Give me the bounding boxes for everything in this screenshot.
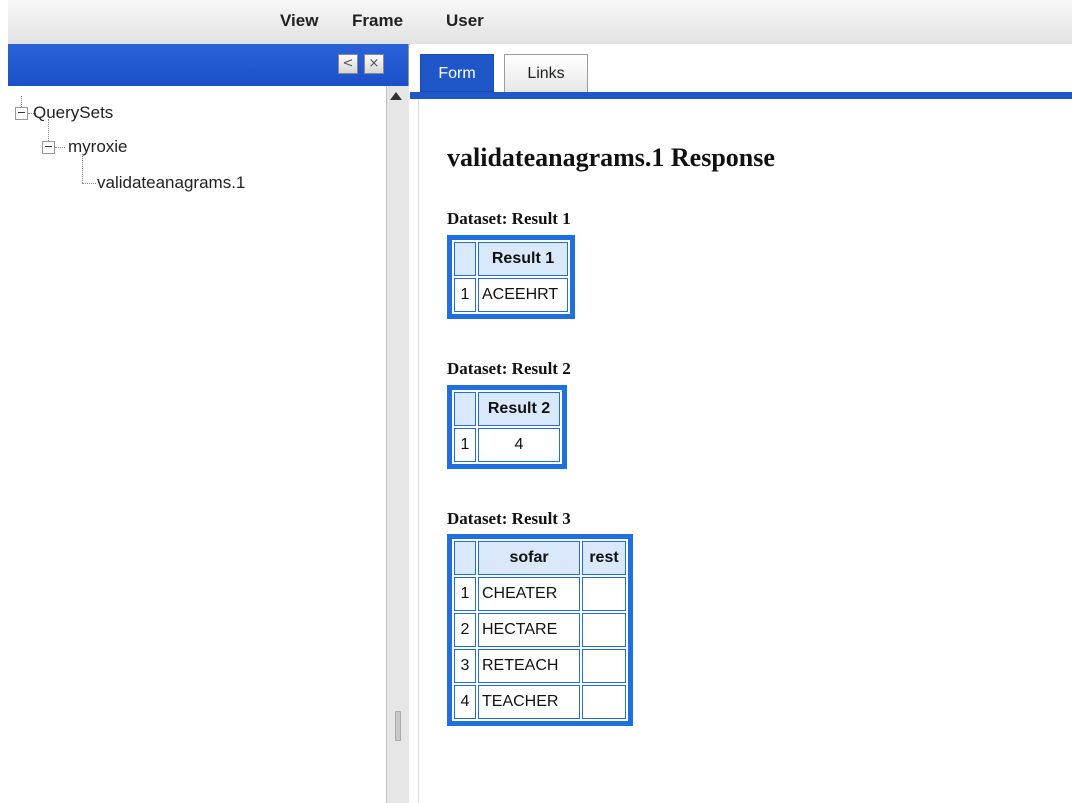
scroll-up-arrow-icon[interactable] [390, 92, 402, 100]
row-index: 4 [454, 685, 476, 719]
row-index: 3 [454, 649, 476, 683]
tab-form[interactable]: Form [420, 54, 494, 92]
table-cell [582, 649, 626, 683]
table-cell [582, 577, 626, 611]
tree-connector [48, 119, 49, 141]
table-header-row: sofar rest [454, 541, 626, 575]
menu-frame[interactable]: Frame [352, 11, 403, 31]
tree-scrollbar[interactable] [386, 86, 409, 803]
tree-toggle-queryset[interactable]: − [15, 107, 28, 120]
table-row: 2 HECTARE [454, 613, 626, 647]
response-title: validateanagrams.1 Response [447, 143, 775, 172]
tree-connector [55, 147, 65, 148]
tree-item-validateanagrams[interactable]: validateanagrams.1 [97, 173, 245, 193]
table-row: 3 RETEACH [454, 649, 626, 683]
tab-strip: Form Links [410, 44, 1072, 99]
tree-toggle-myroxie[interactable]: − [42, 141, 55, 154]
table-row: 1 ACEEHRT [454, 278, 568, 312]
table-cell: CHEATER [478, 577, 580, 611]
table-row: 1 4 [454, 428, 560, 462]
menubar: View Frame User [8, 0, 1072, 45]
table-corner-cell [454, 392, 476, 426]
dataset-label: Dataset: Result 1 [447, 209, 571, 228]
tree-item-querysets[interactable]: QuerySets [33, 103, 113, 123]
tree-item-myroxie[interactable]: myroxie [68, 137, 128, 157]
dataset-table-result-1: Result 1 1 ACEEHRT [447, 235, 575, 319]
table-header-row: Result 2 [454, 392, 560, 426]
menu-user[interactable]: User [446, 11, 484, 31]
table-header-row: Result 1 [454, 242, 568, 276]
table-cell: 4 [478, 428, 560, 462]
dataset-label: Dataset: Result 2 [447, 359, 571, 378]
column-header: rest [582, 541, 626, 575]
column-header: sofar [478, 541, 580, 575]
form-content: validateanagrams.1 Response Dataset: Res… [418, 99, 1072, 803]
menu-view[interactable]: View [280, 11, 318, 31]
table-cell: ACEEHRT [478, 278, 568, 312]
table-corner-cell [454, 541, 476, 575]
table-row: 1 CHEATER [454, 577, 626, 611]
dataset-label: Dataset: Result 3 [447, 509, 571, 528]
results-panel: Form Links validateanagrams.1 Response D… [410, 44, 1072, 803]
splitter-grip[interactable] [395, 711, 401, 741]
table-cell: TEACHER [478, 685, 580, 719]
queryset-panel: < × − QuerySets − myroxie validateanagra… [8, 44, 409, 803]
row-index: 1 [454, 278, 476, 312]
table-cell: HECTARE [478, 613, 580, 647]
row-index: 1 [454, 577, 476, 611]
close-panel-button[interactable]: × [364, 54, 384, 74]
tree-connector [82, 183, 96, 184]
dataset-table-result-2: Result 2 1 4 [447, 385, 567, 469]
row-index: 1 [454, 428, 476, 462]
tab-links[interactable]: Links [504, 54, 588, 92]
row-index: 2 [454, 613, 476, 647]
tree-connector [82, 154, 83, 183]
queryset-tree: − QuerySets − myroxie validateanagrams.1 [8, 86, 386, 803]
column-header: Result 2 [478, 392, 560, 426]
table-cell [582, 613, 626, 647]
table-cell: RETEACH [478, 649, 580, 683]
table-corner-cell [454, 242, 476, 276]
column-header: Result 1 [478, 242, 568, 276]
table-cell [582, 685, 626, 719]
collapse-panel-button[interactable]: < [338, 54, 358, 74]
dataset-table-result-3: sofar rest 1 CHEATER 2 HECTARE 3 RETEACH [447, 534, 633, 726]
panel-header: < × [8, 44, 408, 86]
table-row: 4 TEACHER [454, 685, 626, 719]
app-window: View Frame User < × − QuerySets − myroxi… [0, 0, 1072, 803]
